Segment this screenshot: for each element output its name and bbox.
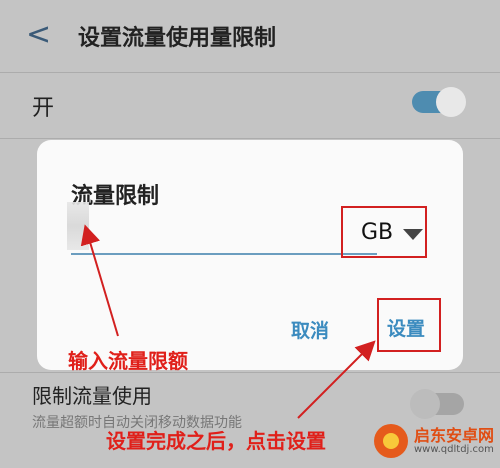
watermark-url: www.qdltdj.com <box>414 444 494 455</box>
annotation-arrows <box>80 224 376 419</box>
annotation-after-setting: 设置完成之后，点击设置 <box>106 429 326 453</box>
annotation-enter-limit: 输入流量限额 <box>68 349 188 373</box>
watermark: 启东安卓网 www.qdltdj.com <box>374 418 500 468</box>
arrow-to-set-button <box>297 340 376 419</box>
watermark-name: 启东安卓网 <box>414 426 495 445</box>
watermark-logo-icon <box>374 424 408 458</box>
arrow-to-input <box>80 224 119 337</box>
